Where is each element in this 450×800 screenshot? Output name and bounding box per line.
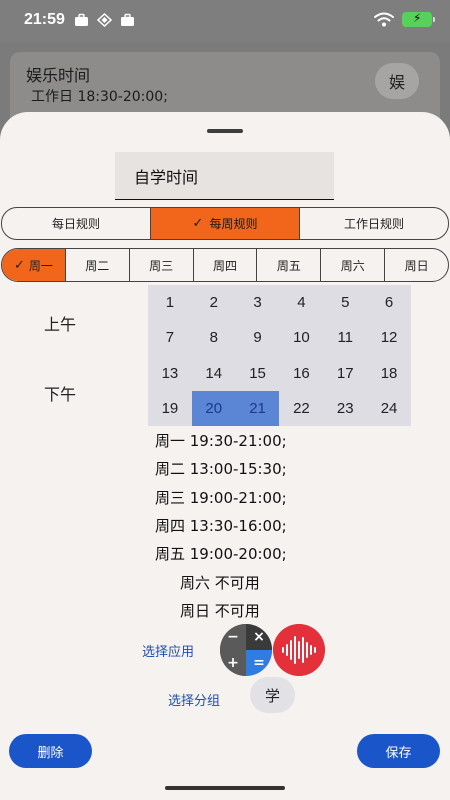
- tab-wednesday[interactable]: 周三: [130, 249, 194, 281]
- calculator-icon[interactable]: − × + =: [220, 624, 272, 676]
- briefcase-icon: [75, 13, 88, 26]
- tab-label: 周一: [28, 258, 53, 273]
- rule-name-input[interactable]: 自学时间: [115, 152, 334, 200]
- schedule-line: 周六 不可用: [180, 574, 260, 592]
- check-icon: ✓: [13, 257, 25, 273]
- hour-cell[interactable]: 17: [323, 356, 367, 391]
- tab-thursday[interactable]: 周四: [194, 249, 258, 281]
- hour-cell[interactable]: 23: [323, 391, 367, 426]
- hour-cell[interactable]: 24: [367, 391, 411, 426]
- tab-label: 周六: [340, 258, 365, 273]
- battery-icon: ⚡: [402, 11, 435, 27]
- period-am-label: 上午: [44, 315, 77, 334]
- delete-button[interactable]: 删除: [9, 734, 92, 768]
- hour-cell[interactable]: 11: [323, 320, 367, 355]
- tab-weekly-rule[interactable]: ✓ 每周规则: [151, 208, 300, 239]
- tab-label: 周三: [149, 258, 174, 273]
- status-right: ⚡: [374, 11, 435, 27]
- sheet-drag-handle[interactable]: [207, 129, 243, 133]
- schedule-line: 周四 13:30-16:00;: [155, 517, 287, 535]
- hour-cell[interactable]: 22: [279, 391, 323, 426]
- tab-label: 周五: [276, 258, 301, 273]
- tab-workday-rule[interactable]: 工作日规则: [300, 208, 448, 239]
- hour-cell[interactable]: 16: [279, 356, 323, 391]
- period-pm-label: 下午: [44, 385, 77, 404]
- rule-avatar: 娱: [375, 63, 419, 99]
- hour-cell[interactable]: 2: [192, 285, 236, 320]
- hour-cell[interactable]: 18: [367, 356, 411, 391]
- wifi-icon: [374, 12, 394, 27]
- hour-cell[interactable]: 8: [192, 320, 236, 355]
- hour-cell[interactable]: 6: [367, 285, 411, 320]
- schedule-line: 周三 19:00-21:00;: [155, 489, 287, 507]
- hour-cell[interactable]: 13: [148, 356, 192, 391]
- tab-label: 工作日规则: [343, 217, 404, 231]
- rule-type-tabs: 每日规则 ✓ 每周规则 工作日规则: [1, 207, 449, 240]
- home-indicator: [165, 786, 285, 790]
- status-time: 21:59: [24, 11, 65, 28]
- select-app-link[interactable]: 选择应用: [142, 641, 194, 660]
- tab-sunday[interactable]: 周日: [385, 249, 448, 281]
- voice-memo-icon[interactable]: [273, 624, 325, 676]
- hour-cell[interactable]: 15: [236, 356, 280, 391]
- tab-label: 周四: [213, 258, 238, 273]
- briefcase-icon: [121, 13, 134, 26]
- hour-cell[interactable]: 1: [148, 285, 192, 320]
- schedule-line: 周日 不可用: [180, 602, 260, 620]
- tab-daily-rule[interactable]: 每日规则: [2, 208, 151, 239]
- schedule-line: 周五 19:00-20:00;: [155, 545, 287, 563]
- tab-friday[interactable]: 周五: [257, 249, 322, 281]
- hour-cell[interactable]: 20: [191, 390, 236, 426]
- hour-cell[interactable]: 14: [192, 356, 236, 391]
- hour-cell[interactable]: 21: [235, 390, 280, 426]
- hour-grid: 1 2 3 4 5 6 7 8 9 10 11 12 13 14 15 16 17 18 19 20 21 22 23 24: [148, 285, 411, 426]
- status-bar: 21:59 ⚡: [0, 0, 450, 42]
- tab-label: 每日规则: [51, 217, 100, 231]
- rule-title: 娱乐时间: [26, 66, 91, 85]
- schedule-line: 周二 13:00-15:30;: [155, 460, 287, 478]
- tab-saturday[interactable]: 周六: [321, 249, 386, 281]
- hour-cell[interactable]: 5: [323, 285, 367, 320]
- save-button[interactable]: 保存: [357, 734, 440, 768]
- hour-cell[interactable]: 19: [148, 391, 192, 426]
- hour-cell[interactable]: 3: [236, 285, 280, 320]
- diamond-icon: [97, 13, 112, 27]
- hour-cell[interactable]: 9: [236, 320, 280, 355]
- hour-cell[interactable]: 10: [279, 320, 323, 355]
- check-icon: ✓: [192, 216, 204, 231]
- tab-label: 周二: [85, 258, 110, 273]
- rule-subtitle: 工作日 18:30-20:00;: [31, 89, 168, 105]
- hour-cell[interactable]: 4: [279, 285, 323, 320]
- schedule-line: 周一 19:30-21:00;: [155, 432, 287, 450]
- tab-label: 每周规则: [209, 217, 258, 231]
- notification-icons: [74, 13, 135, 27]
- tab-monday[interactable]: ✓ 周一: [2, 249, 66, 281]
- tab-label: 周日: [404, 258, 429, 273]
- edit-rule-sheet: 自学时间 每日规则 ✓ 每周规则 工作日规则 ✓ 周一 周二 周三 周四 周五 …: [0, 112, 450, 800]
- tab-tuesday[interactable]: 周二: [66, 249, 130, 281]
- hour-cell[interactable]: 12: [367, 320, 411, 355]
- weekday-tabs: ✓ 周一 周二 周三 周四 周五 周六 周日: [1, 248, 449, 282]
- select-group-link[interactable]: 选择分组: [168, 690, 220, 709]
- group-avatar[interactable]: 学: [250, 677, 295, 713]
- hour-cell[interactable]: 7: [148, 320, 192, 355]
